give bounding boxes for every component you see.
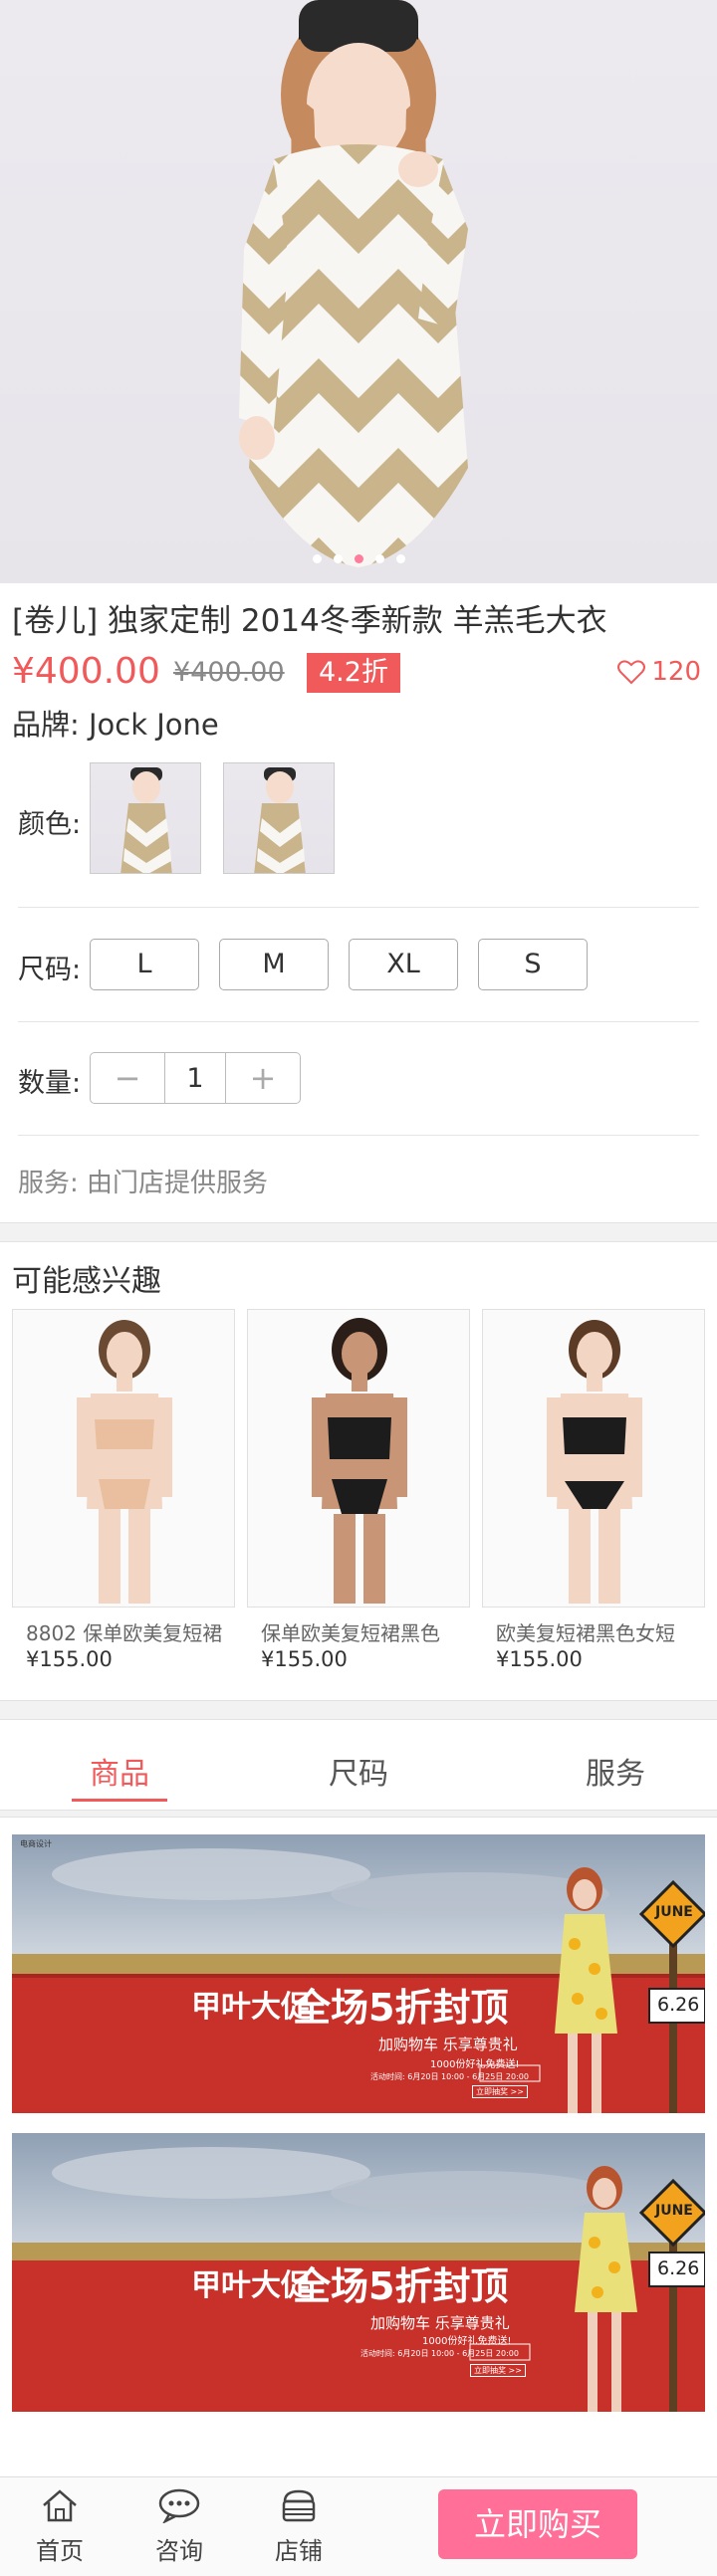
bottom-action-bar: 首页 咨询 店铺 立即购买 (0, 2476, 717, 2576)
banner-headline: 全场5折封顶 (293, 2264, 509, 2308)
size-option-m[interactable]: M (219, 939, 329, 990)
nav-consult[interactable]: 咨询 (139, 2487, 219, 2566)
recommend-item-image[interactable] (247, 1309, 470, 1608)
product-page: [卷儿] 独家定制 2014冬季新款 羊羔毛大衣 ¥400.00 ¥400.00… (0, 0, 717, 2576)
recommend-item-image[interactable] (12, 1309, 235, 1608)
recommend-item-name[interactable]: 欧美复短裙黑色女短 (496, 1617, 705, 1646)
recommend-item-name[interactable]: 8802 保单欧美复短裙 (26, 1617, 235, 1646)
home-icon (43, 2489, 77, 2522)
discount-badge: 4.2折 (307, 653, 400, 693)
store-icon (282, 2489, 316, 2522)
nav-shop-label: 店铺 (275, 2537, 323, 2565)
tab-product[interactable]: 商品 (90, 1749, 149, 1793)
favorite-button[interactable]: 120 (617, 657, 701, 687)
recommend-item-image[interactable] (482, 1309, 705, 1608)
product-photo (77, 1320, 172, 1604)
minus-button[interactable]: − (91, 1053, 164, 1103)
quantity-stepper: − 1 + (90, 1052, 301, 1104)
banner-subline: 加购物车 乐享尊贵礼 (378, 2036, 518, 2053)
carousel-dot-active[interactable] (354, 554, 363, 563)
recommend-item-price: ¥155.00 (496, 1647, 583, 1671)
divider (18, 907, 699, 908)
banner-sign-text: JUNE (655, 2203, 693, 2219)
recommend-item-name[interactable]: 保单欧美复短裙黑色 (261, 1617, 470, 1646)
banner-corner-text: 电商设计 (20, 1839, 52, 1848)
color-option-thumb[interactable] (90, 762, 201, 874)
banner-date: 活动时间: 6月20日 10:00 - 6月25日 20:00 (360, 2349, 519, 2358)
carousel-dot[interactable] (312, 554, 322, 563)
buy-now-button[interactable]: 立即购买 (438, 2489, 637, 2559)
size-option-xl[interactable]: XL (349, 939, 458, 990)
tab-service[interactable]: 服务 (586, 1749, 645, 1793)
recommend-item-price: ¥155.00 (26, 1647, 113, 1671)
original-price: ¥400.00 (173, 657, 285, 688)
color-option-thumb[interactable] (223, 762, 335, 874)
carousel-dot[interactable] (374, 554, 384, 563)
recommend-title: 可能感兴趣 (12, 1264, 161, 1299)
section-gap (0, 1222, 717, 1242)
color-label: 颜色: (18, 809, 82, 840)
active-tab-indicator (72, 1799, 167, 1802)
color-swatch-image (120, 767, 172, 873)
current-price: ¥400.00 (12, 651, 160, 692)
section-gap (0, 1700, 717, 1720)
banner-sign-date: 6.26 (657, 1994, 700, 2016)
section-gap (0, 1810, 717, 1818)
product-image-carousel[interactable] (0, 0, 717, 583)
carousel-dots (0, 554, 717, 563)
banner-button[interactable]: 立即抽奖 >> (472, 2085, 528, 2098)
size-option-l[interactable]: L (90, 939, 199, 990)
service-info: 服务: 由门店提供服务 (18, 1169, 269, 1198)
banner-sign-text: JUNE (655, 1904, 693, 1920)
quantity-value[interactable]: 1 (164, 1053, 226, 1103)
chat-bubble-icon (158, 2488, 200, 2524)
size-option-s[interactable]: S (478, 939, 588, 990)
recommend-item-price: ¥155.00 (261, 1647, 348, 1671)
product-photo (312, 1318, 407, 1604)
promo-banner[interactable]: 甲叶大促 全场5折封顶 加购物车 乐享尊贵礼 1000份好礼免费送! 活动时间:… (12, 2133, 705, 2412)
product-photo (547, 1320, 642, 1604)
size-label: 尺码: (18, 955, 82, 985)
nav-consult-label: 咨询 (155, 2537, 203, 2565)
banner-subline: 加购物车 乐享尊贵礼 (370, 2314, 510, 2332)
detail-tabs: 商品 尺码 服务 (0, 1727, 717, 1817)
nav-home-label: 首页 (36, 2537, 84, 2565)
color-swatch-image (254, 767, 306, 873)
nav-home[interactable]: 首页 (20, 2487, 100, 2566)
banner-note: 1000份好礼免费送! (422, 2336, 512, 2347)
banner-date: 活动时间: 6月20日 10:00 - 6月25日 20:00 (370, 2072, 529, 2081)
carousel-dot[interactable] (395, 554, 405, 563)
banner-sign-date: 6.26 (657, 2257, 700, 2279)
tab-size[interactable]: 尺码 (329, 1749, 388, 1793)
banner-headline: 全场5折封顶 (293, 1986, 509, 2030)
divider (18, 1021, 699, 1022)
quantity-label: 数量: (18, 1068, 82, 1099)
plus-button[interactable]: + (226, 1053, 300, 1103)
nav-shop[interactable]: 店铺 (259, 2487, 339, 2566)
promo-banner[interactable]: 电商设计 甲叶大促 全场5折封顶 加购物车 乐享尊贵礼 1000份好礼免费送! … (12, 1834, 705, 2113)
favorite-count: 120 (651, 657, 701, 687)
carousel-dot[interactable] (333, 554, 343, 563)
promo-banner-graphic (12, 1834, 705, 2113)
banner-note: 1000份好礼免费送! (430, 2059, 520, 2070)
brand-label: 品牌: Jock Jone (12, 708, 219, 742)
model-photo (239, 0, 468, 567)
product-title: [卷儿] 独家定制 2014冬季新款 羊羔毛大衣 (12, 603, 607, 639)
divider (18, 1135, 699, 1136)
heart-icon (617, 660, 646, 685)
banner-button[interactable]: 立即抽奖 >> (470, 2364, 526, 2377)
